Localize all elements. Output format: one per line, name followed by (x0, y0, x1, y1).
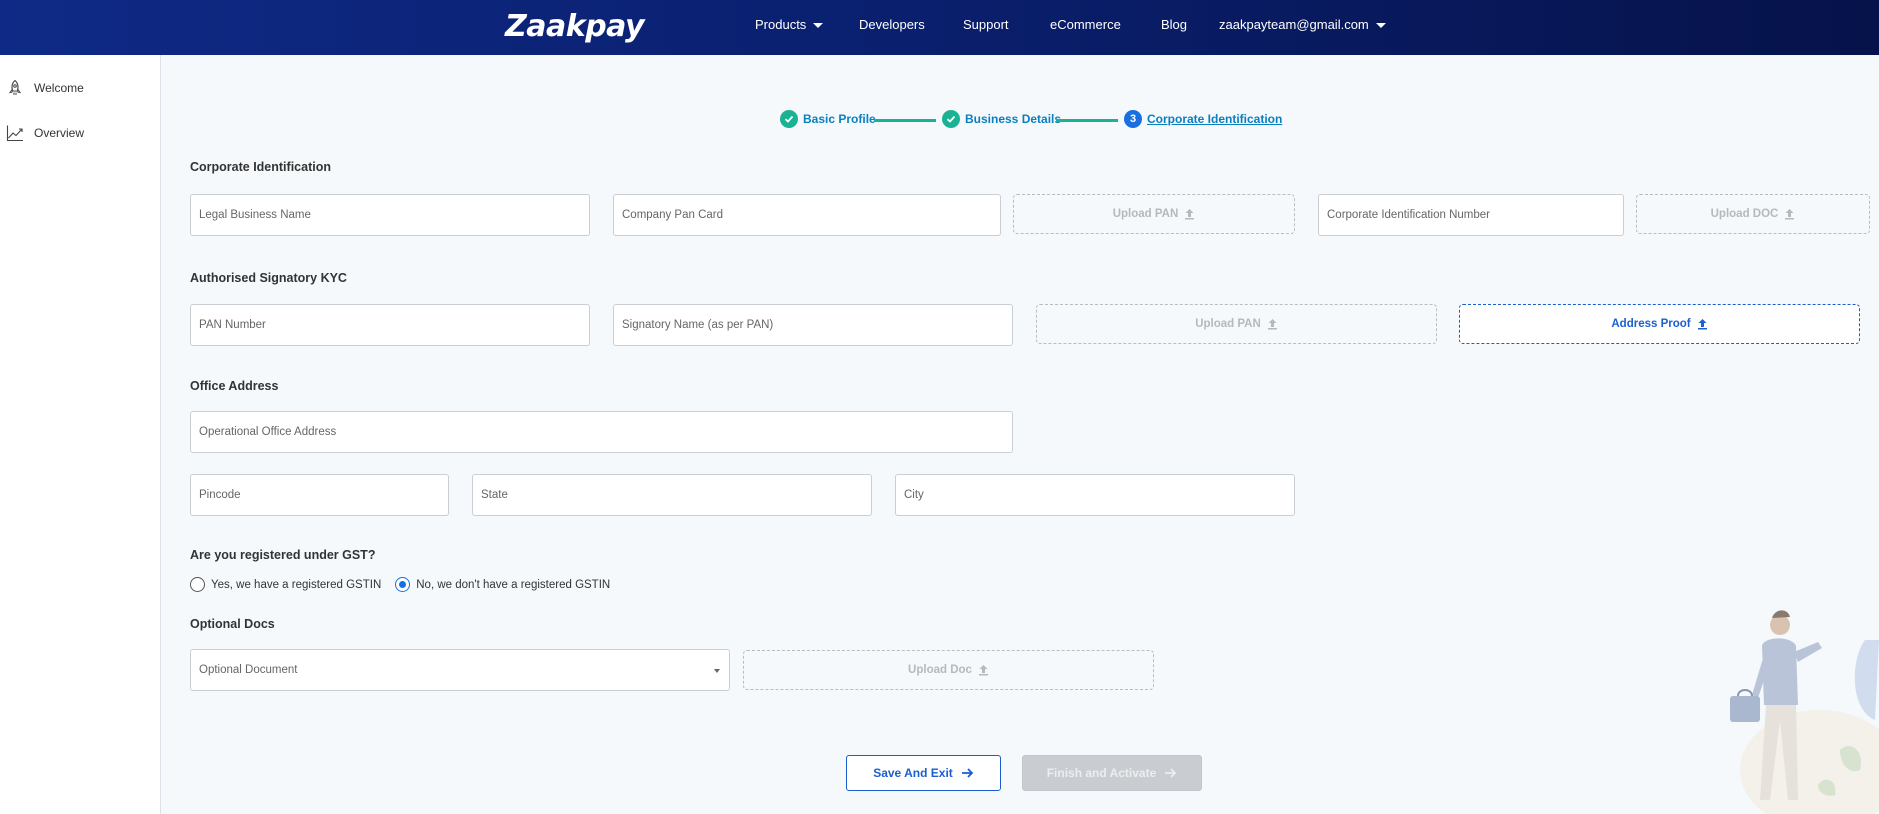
check-icon (780, 110, 798, 128)
upload-label: Upload PAN (1112, 208, 1179, 220)
legal-business-name-input[interactable]: Legal Business Name (190, 194, 590, 236)
upload-signatory-pan-button[interactable]: Upload PAN (1036, 304, 1437, 344)
step-basic-profile[interactable]: Basic Profile (780, 110, 876, 128)
city-input[interactable]: City (895, 474, 1295, 516)
section-title-office: Office Address (190, 379, 279, 393)
top-navbar: Zaakpay Products Developers Support eCom… (0, 0, 1879, 55)
nav-developers[interactable]: Developers (859, 17, 925, 33)
button-label: Finish and Activate (1046, 766, 1157, 780)
gst-question: Are you registered under GST? (190, 548, 376, 562)
step-number: 3 (1124, 110, 1142, 128)
save-and-exit-button[interactable]: Save And Exit (846, 755, 1001, 791)
gst-no-radio[interactable] (395, 577, 411, 592)
button-label: Save And Exit (873, 766, 953, 780)
state-input[interactable]: State (472, 474, 872, 516)
gst-yes-radio[interactable] (190, 577, 205, 592)
person-illustration (1730, 610, 1879, 814)
sidebar: Welcome Overview (0, 55, 161, 814)
select-value: Optional Document (199, 664, 298, 676)
finish-and-activate-button[interactable]: Finish and Activate (1022, 755, 1202, 791)
gst-radio-group: Yes, we have a registered GSTIN No, we d… (190, 577, 624, 592)
upload-pan-button[interactable]: Upload PAN (1013, 194, 1295, 234)
step-connector (874, 119, 936, 122)
upload-icon (978, 665, 988, 676)
upload-doc-button[interactable]: Upload DOC (1636, 194, 1870, 234)
upload-optional-doc-button[interactable]: Upload Doc (743, 650, 1154, 690)
nav-products[interactable]: Products (755, 17, 824, 33)
step-label: Basic Profile (803, 112, 876, 126)
optional-document-select[interactable]: Optional Document (190, 649, 730, 691)
account-email: zaakpayteam@gmail.com (1219, 17, 1369, 32)
gst-no-label[interactable]: No, we don't have a registered GSTIN (416, 579, 610, 591)
sidebar-item-welcome[interactable]: Welcome (6, 77, 84, 99)
upload-icon (1697, 319, 1707, 330)
step-corporate-identification[interactable]: 3 Corporate Identification (1124, 110, 1282, 128)
pincode-input[interactable]: Pincode (190, 474, 449, 516)
step-business-details[interactable]: Business Details (942, 110, 1061, 128)
pan-number-input[interactable]: PAN Number (190, 304, 590, 346)
arrow-right-icon (961, 768, 974, 778)
upload-icon (1185, 209, 1195, 220)
chevron-down-icon (1375, 23, 1386, 29)
step-label: Business Details (965, 112, 1062, 126)
upload-label: Upload Doc (908, 664, 972, 676)
sidebar-item-overview[interactable]: Overview (6, 122, 84, 144)
sidebar-item-label: Overview (34, 126, 85, 140)
nav-ecommerce[interactable]: eCommerce (1050, 17, 1121, 33)
step-connector (1056, 119, 1118, 122)
company-pan-input[interactable]: Company Pan Card (613, 194, 1001, 236)
account-menu[interactable]: zaakpayteam@gmail.com (1219, 17, 1386, 33)
chevron-down-icon (813, 23, 824, 29)
upload-icon (1267, 319, 1277, 330)
nav-blog[interactable]: Blog (1161, 17, 1187, 33)
gst-yes-label[interactable]: Yes, we have a registered GSTIN (211, 579, 381, 591)
section-title-signatory: Authorised Signatory KYC (190, 271, 347, 285)
zaakpay-logo[interactable]: Zaakpay (505, 8, 645, 46)
office-address-input[interactable]: Operational Office Address (190, 411, 1013, 453)
address-proof-button[interactable]: Address Proof (1459, 304, 1860, 344)
cin-input[interactable]: Corporate Identification Number (1318, 194, 1624, 236)
nav-support[interactable]: Support (963, 17, 1009, 33)
upload-label: Upload PAN (1195, 318, 1261, 330)
sidebar-item-label: Welcome (34, 81, 84, 95)
nav-products-label: Products (755, 17, 807, 32)
upload-icon (1785, 209, 1795, 220)
upload-label: Upload DOC (1710, 208, 1779, 220)
arrow-right-icon (1165, 768, 1177, 778)
section-title-optional: Optional Docs (190, 617, 275, 631)
rocket-icon (8, 79, 22, 95)
upload-label: Address Proof (1611, 318, 1691, 330)
section-title-corporate: Corporate Identification (190, 160, 331, 174)
dropdown-arrow-icon (714, 669, 720, 673)
signatory-name-input[interactable]: Signatory Name (as per PAN) (613, 304, 1013, 346)
trend-chart-icon (6, 125, 23, 142)
check-icon (942, 110, 960, 128)
step-label: Corporate Identification (1147, 112, 1283, 126)
